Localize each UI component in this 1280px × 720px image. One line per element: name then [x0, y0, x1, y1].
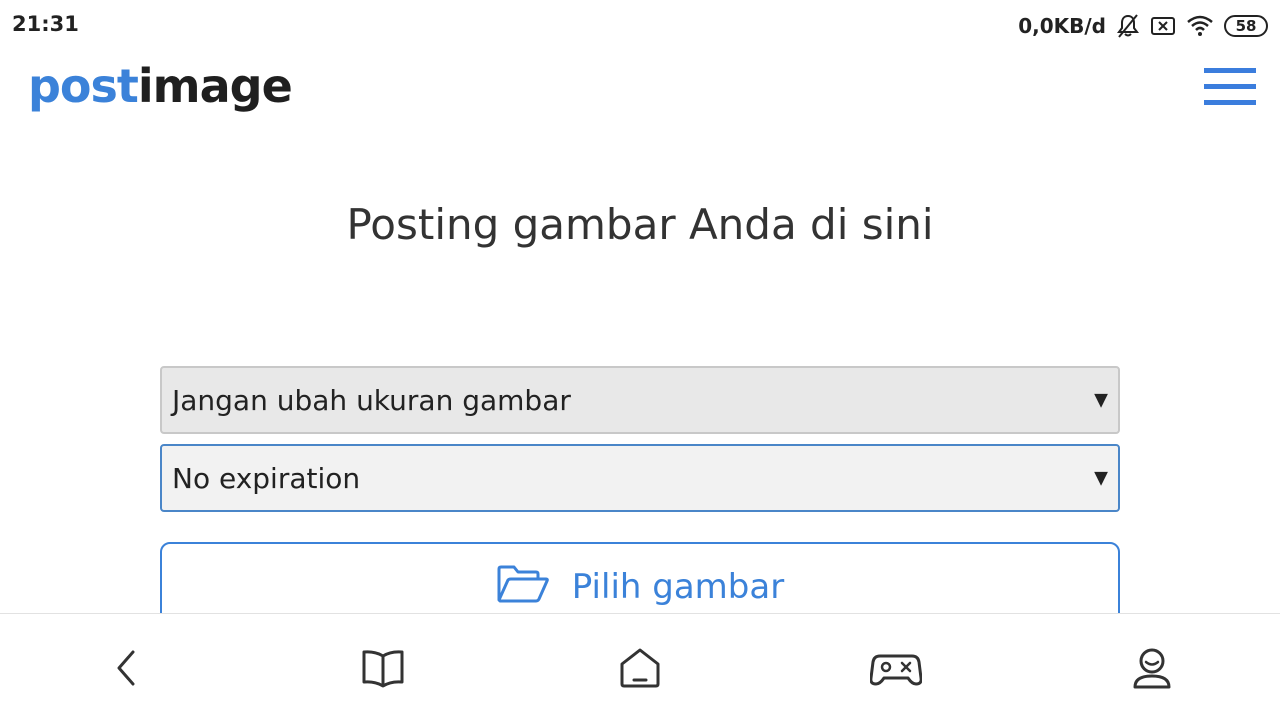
- page-title: Posting gambar Anda di sini: [346, 200, 934, 249]
- choose-button-label: Pilih gambar: [571, 566, 785, 607]
- gamepad-icon[interactable]: [868, 640, 924, 696]
- expiration-select-value: No expiration: [172, 461, 361, 495]
- home-icon[interactable]: [612, 640, 668, 696]
- choose-button-content: Pilih gambar: [162, 564, 1118, 609]
- resize-select-value: Jangan ubah ukuran gambar: [172, 383, 571, 417]
- status-icons: 0,0KB/d 58: [1018, 10, 1268, 42]
- hamburger-menu-icon[interactable]: [1200, 66, 1260, 110]
- resize-select[interactable]: Jangan ubah ukuran gambar ▼: [160, 366, 1120, 434]
- dropdown-arrow-icon: ▼: [1094, 467, 1108, 489]
- battery-level: 58: [1235, 17, 1257, 35]
- profile-icon[interactable]: [1124, 640, 1180, 696]
- expiration-select[interactable]: No expiration ▼: [160, 444, 1120, 512]
- bell-muted-icon: [1116, 13, 1140, 39]
- postimage-logo[interactable]: postimage: [28, 58, 293, 114]
- book-icon[interactable]: [355, 640, 411, 696]
- wifi-icon: [1186, 15, 1214, 37]
- menu-bar-middle: [1204, 84, 1256, 89]
- folder-open-icon: [496, 564, 550, 609]
- logo-part-image: image: [137, 59, 293, 113]
- logo-part-post: post: [28, 59, 139, 113]
- sim-off-icon: [1150, 15, 1176, 37]
- menu-bar-top: [1204, 68, 1256, 73]
- back-icon[interactable]: [98, 640, 154, 696]
- site-header: postimage: [0, 52, 1280, 132]
- battery-icon: 58: [1224, 15, 1268, 37]
- bottom-navigation: [0, 613, 1280, 720]
- status-time: 21:31: [12, 12, 79, 36]
- network-speed: 0,0KB/d: [1018, 14, 1106, 38]
- screen: 21:31 0,0KB/d 58 postimage Posting gamba…: [0, 0, 1280, 720]
- dropdown-arrow-icon: ▼: [1094, 389, 1108, 411]
- menu-bar-bottom: [1204, 100, 1256, 105]
- status-bar: 21:31 0,0KB/d 58: [0, 0, 1280, 52]
